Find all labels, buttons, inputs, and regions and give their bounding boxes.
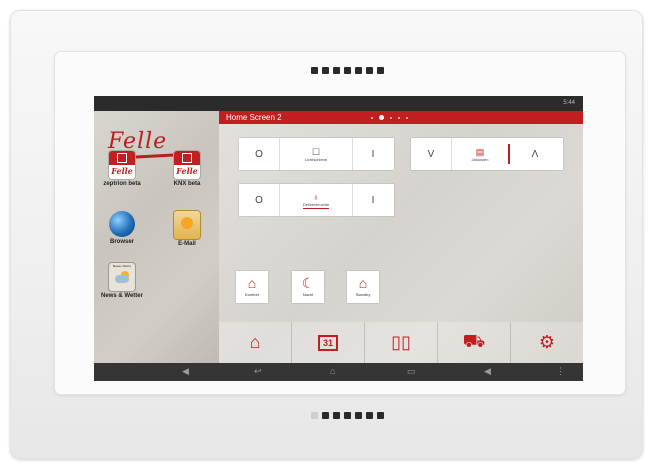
- app-label: zeptrion beta: [103, 181, 141, 187]
- truck-icon: ⛟: [462, 330, 486, 351]
- ceiling-light-icon: ☐: [311, 146, 321, 157]
- widget-jalousien: V ▤ Jalousien Λ: [411, 138, 563, 170]
- gear-icon: ⚙: [538, 332, 556, 352]
- globe-icon: [109, 211, 135, 237]
- top-sensor-strip: [311, 67, 384, 74]
- off-button[interactable]: O: [239, 138, 279, 170]
- calendar-icon: 31: [317, 334, 338, 351]
- status-bar: 5:44: [94, 96, 583, 111]
- home-icon: ⌂: [247, 275, 257, 291]
- dock-home-button[interactable]: ⌂: [219, 322, 291, 363]
- menu-icon[interactable]: ⋮: [556, 366, 565, 377]
- home-screen: Home Screen 2 O ☐ Lichtschiene I V ▤ Jal…: [219, 111, 583, 363]
- dock-book-button[interactable]: ▯▯: [364, 322, 437, 363]
- moon-icon: ☾: [301, 275, 315, 291]
- light-toggle[interactable]: ♁ Deckenleuchte: [279, 184, 353, 216]
- pendant-lamp-icon: ♁: [312, 191, 320, 202]
- back-icon[interactable]: ↩: [254, 366, 262, 377]
- mail-icon: [174, 211, 200, 239]
- on-button[interactable]: I: [353, 138, 393, 170]
- app-launcher: Felle Felle zeptrion beta Felle KNX beta…: [94, 111, 219, 363]
- blind-down-button[interactable]: V: [411, 138, 451, 170]
- scene-label: Komfort: [244, 292, 259, 297]
- dock-truck-button[interactable]: ⛟: [437, 322, 510, 363]
- scene-label: Nacht: [302, 292, 314, 297]
- widget-label: Deckenleuchte: [302, 201, 330, 209]
- book-icon: ▯▯: [391, 332, 411, 352]
- app-label: Browser: [109, 239, 134, 245]
- bottom-dock: ⌂ 31 ▯▯ ⛟ ⚙: [219, 322, 583, 363]
- app-label: E-Mail: [178, 241, 196, 247]
- scene-label: Standby: [355, 292, 371, 297]
- system-nav-bar: ◀ ↩ ⌂ ▭ ◀ ⋮: [94, 363, 583, 381]
- home-icon: ⌂: [249, 332, 261, 352]
- widget-label: Lichtschiene: [304, 156, 328, 162]
- felle-app-icon: Felle: [109, 151, 135, 179]
- dock-calendar-button[interactable]: 31: [291, 322, 364, 363]
- light-toggle[interactable]: ☐ Lichtschiene: [279, 138, 353, 170]
- widget-lichtschiene: O ☐ Lichtschiene I: [239, 138, 394, 170]
- scene-nacht[interactable]: ☾ Nacht: [292, 271, 324, 303]
- scene-komfort[interactable]: ⌂ Komfort: [236, 271, 268, 303]
- app-knx[interactable]: Felle KNX beta: [164, 151, 210, 187]
- status-clock: 5:44: [563, 100, 575, 106]
- widget-deckenleuchte: O ♁ Deckenleuchte I: [239, 184, 394, 216]
- recent-apps-icon[interactable]: ▭: [407, 366, 416, 377]
- on-button[interactable]: I: [353, 184, 393, 216]
- scene-standby[interactable]: ⌂ Standby: [347, 271, 379, 303]
- app-label: KNX beta: [173, 181, 201, 187]
- felle-app-icon: Felle: [174, 151, 200, 179]
- app-news-weather[interactable]: Neues Swiss News & Wetter: [99, 263, 145, 299]
- volume-up-icon[interactable]: ◀: [484, 366, 491, 377]
- page-indicator[interactable]: [371, 113, 408, 122]
- blind-toggle[interactable]: ▤ Jalousien: [451, 138, 508, 170]
- volume-down-icon[interactable]: ◀: [182, 366, 189, 377]
- blind-up-button[interactable]: Λ: [510, 138, 560, 170]
- page-title: Home Screen 2: [226, 113, 282, 122]
- app-label: News & Wetter: [101, 293, 143, 299]
- home-nav-icon[interactable]: ⌂: [330, 366, 335, 376]
- home-outline-icon: ⌂: [358, 275, 368, 291]
- weather-icon: Neues Swiss: [109, 263, 135, 291]
- off-button[interactable]: O: [239, 184, 279, 216]
- header-bar: Home Screen 2: [219, 111, 583, 124]
- blind-icon: ▤: [475, 146, 485, 157]
- app-zeptrion[interactable]: Felle zeptrion beta: [99, 151, 145, 187]
- widget-label: Jalousien: [471, 156, 489, 162]
- app-email[interactable]: E-Mail: [164, 211, 210, 247]
- bottom-sensor-strip: [311, 412, 384, 419]
- dock-settings-button[interactable]: ⚙: [510, 322, 583, 363]
- app-browser[interactable]: Browser: [99, 211, 145, 245]
- touch-screen: 5:44 Felle Felle zeptrion beta Felle KNX…: [94, 96, 583, 381]
